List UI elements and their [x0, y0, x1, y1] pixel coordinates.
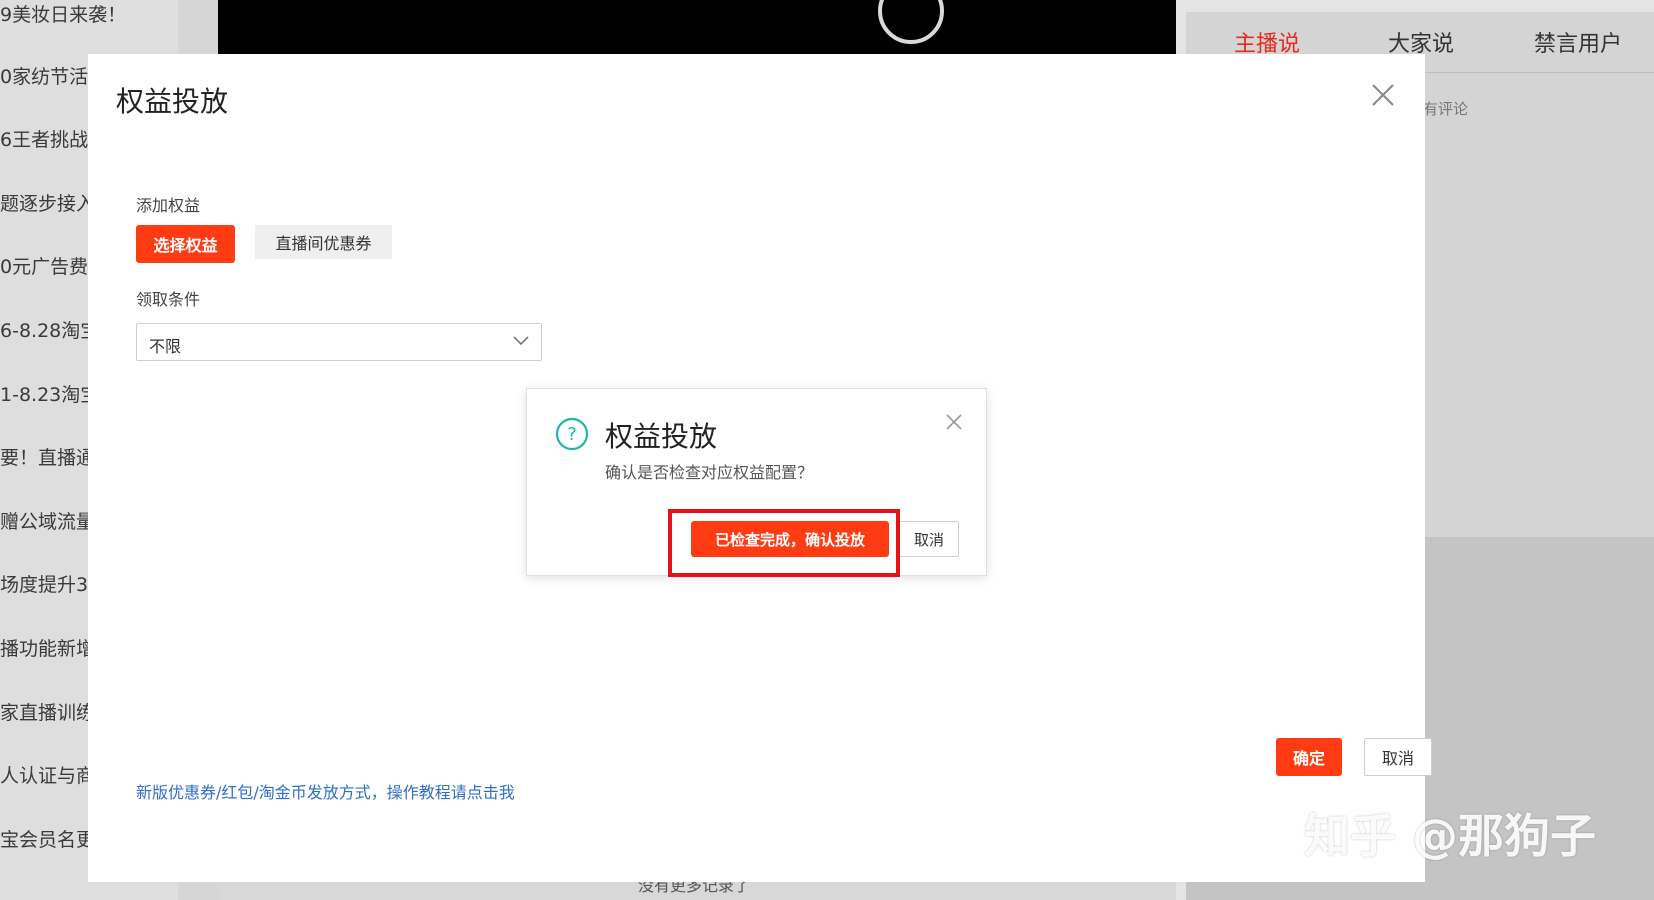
news-item[interactable]: 播功能新增 — [0, 634, 95, 661]
confirm-button[interactable]: 确定 — [1276, 738, 1342, 776]
news-item[interactable]: 宝会员名更 — [0, 825, 95, 852]
live-coupon-button[interactable]: 直播间优惠券 — [255, 225, 392, 259]
news-item[interactable]: 6-8.28淘宝 — [0, 316, 99, 343]
close-icon[interactable] — [1370, 82, 1396, 108]
select-benefit-button[interactable]: 选择权益 — [136, 225, 235, 263]
svg-text:?: ? — [567, 424, 577, 445]
replay-icon[interactable] — [878, 0, 944, 44]
no-comment-text: 有评论 — [1423, 100, 1469, 118]
annotation-highlight-box — [668, 509, 900, 577]
news-item[interactable]: 场度提升30 — [0, 570, 100, 597]
news-item[interactable]: 赠公域流量 — [0, 507, 95, 534]
chevron-down-icon — [513, 336, 529, 346]
tab-muted-users[interactable]: 禁言用户 — [1534, 26, 1622, 58]
dialog-cancel-button[interactable]: 取消 — [899, 521, 959, 557]
dialog-close-icon[interactable] — [945, 413, 963, 431]
video-player[interactable] — [218, 0, 1176, 54]
news-item[interactable]: 题逐步接入 — [0, 189, 95, 216]
dialog-title: 权益投放 — [605, 420, 718, 453]
dialog-message: 确认是否检查对应权益配置？ — [605, 463, 814, 482]
cancel-button[interactable]: 取消 — [1364, 738, 1432, 776]
claim-condition-label: 领取条件 — [136, 290, 201, 309]
news-item[interactable]: 0元广告费E — [0, 252, 100, 279]
modal-title: 权益投放 — [116, 85, 229, 118]
news-item[interactable]: 要！直播通 — [0, 443, 95, 470]
help-tutorial-link[interactable]: 新版优惠券/红包/淘金币发放方式，操作教程请点击我 — [136, 779, 515, 803]
news-item[interactable]: 家直播训练 — [0, 698, 95, 725]
claim-condition-select[interactable]: 不限 — [136, 323, 542, 361]
news-item[interactable]: 9美妆日来袭！ — [0, 0, 126, 27]
news-item[interactable]: 人认证与商 — [0, 761, 95, 788]
add-benefit-label: 添加权益 — [136, 196, 201, 215]
news-item[interactable]: 1-8.23淘宝 — [0, 380, 99, 407]
question-icon: ? — [555, 417, 589, 451]
watermark: 知乎 @那狗子 — [1304, 809, 1597, 863]
claim-condition-value: 不限 — [149, 337, 182, 356]
